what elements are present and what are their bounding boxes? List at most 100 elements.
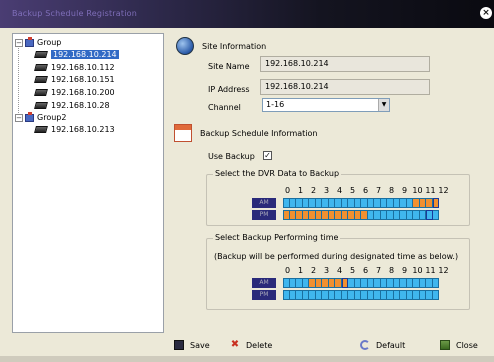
calendar-icon bbox=[174, 124, 192, 142]
tree-group-label: Group bbox=[37, 38, 62, 47]
hour-label: 7 bbox=[375, 186, 382, 195]
delete-label: Delete bbox=[246, 340, 273, 350]
hour-label: 11 bbox=[425, 266, 436, 275]
am-label: AM bbox=[252, 278, 276, 288]
chevron-down-icon[interactable]: ▼ bbox=[378, 99, 389, 111]
tree-device[interactable]: 192.168.10.214 bbox=[34, 49, 119, 60]
collapse-icon[interactable]: − bbox=[15, 38, 23, 47]
schedule-cell[interactable] bbox=[432, 290, 439, 300]
use-backup-label: Use Backup bbox=[208, 152, 255, 161]
close-button[interactable]: Close bbox=[440, 336, 478, 354]
dvr-pm-cells[interactable] bbox=[283, 210, 439, 220]
hour-label: 3 bbox=[323, 266, 330, 275]
dvr-data-title: Select the DVR Data to Backup bbox=[213, 169, 342, 178]
use-backup-checkbox[interactable]: ✓ bbox=[263, 151, 272, 160]
tree-device[interactable]: 192.168.10.200 bbox=[34, 87, 115, 98]
dvr-icon bbox=[34, 89, 48, 96]
status-strip bbox=[0, 356, 494, 362]
hour-label: 0 bbox=[284, 266, 291, 275]
perform-am-cells[interactable] bbox=[283, 278, 439, 288]
delete-icon: ✖ bbox=[230, 339, 240, 350]
collapse-icon[interactable]: − bbox=[15, 113, 23, 122]
hour-label: 6 bbox=[362, 266, 369, 275]
site-info-header: Site Information bbox=[176, 37, 494, 55]
hour-label: 2 bbox=[310, 186, 317, 195]
refresh-icon bbox=[360, 340, 370, 350]
hour-label: 5 bbox=[349, 186, 356, 195]
dvr-icon bbox=[34, 76, 48, 83]
hour-label: 1 bbox=[297, 186, 304, 195]
close-icon[interactable]: × bbox=[480, 7, 492, 19]
hour-label: 10 bbox=[412, 266, 423, 275]
tree-device-label: 192.168.10.200 bbox=[51, 88, 115, 97]
tree-device-label: 192.168.10.214 bbox=[51, 50, 119, 59]
channel-value: 1-16 bbox=[266, 100, 285, 109]
tree-device[interactable]: 192.168.10.151 bbox=[34, 74, 115, 85]
backup-schedule-window: Backup Schedule Registration × − Group 1… bbox=[0, 0, 494, 362]
tree-device-label: 192.168.10.151 bbox=[51, 75, 115, 84]
site-name-field: 192.168.10.214 bbox=[260, 56, 430, 72]
ip-address-label: IP Address bbox=[208, 85, 250, 94]
close-label: Close bbox=[456, 340, 478, 350]
save-button[interactable]: Save bbox=[174, 336, 210, 354]
hour-label: 3 bbox=[323, 186, 330, 195]
hour-label: 7 bbox=[375, 266, 382, 275]
delete-button[interactable]: ✖ Delete bbox=[230, 336, 273, 354]
perform-time-title: Select Backup Performing time bbox=[213, 233, 341, 242]
ip-address-field: 192.168.10.214 bbox=[260, 79, 430, 95]
hour-label: 9 bbox=[401, 186, 408, 195]
site-info-title: Site Information bbox=[202, 41, 267, 51]
site-tree: − Group 192.168.10.214 192.168.10.112 19… bbox=[12, 33, 164, 333]
hour-label: 4 bbox=[336, 266, 343, 275]
schedule-cell[interactable] bbox=[432, 210, 439, 220]
channel-label: Channel bbox=[208, 103, 241, 112]
group-icon bbox=[25, 36, 34, 47]
schedule-cell[interactable] bbox=[432, 278, 439, 288]
button-bar: Save ✖ Delete Default Close bbox=[168, 334, 494, 356]
default-label: Default bbox=[376, 340, 406, 350]
pm-label: PM bbox=[252, 290, 276, 300]
dvr-icon bbox=[34, 102, 48, 109]
hour-label: 12 bbox=[438, 266, 449, 275]
hour-label: 5 bbox=[349, 266, 356, 275]
tree-group-1[interactable]: − Group bbox=[15, 36, 62, 48]
dvr-am-cells[interactable] bbox=[283, 198, 439, 208]
globe-icon bbox=[176, 37, 194, 55]
save-icon bbox=[174, 340, 184, 350]
dvr-icon bbox=[34, 126, 48, 133]
hour-label: 12 bbox=[438, 186, 449, 195]
hour-label: 0 bbox=[284, 186, 291, 195]
channel-select[interactable]: 1-16 ▼ bbox=[262, 98, 390, 112]
tree-device-label: 192.168.10.112 bbox=[51, 63, 115, 72]
schedule-cell[interactable] bbox=[432, 198, 439, 208]
site-name-label: Site Name bbox=[208, 62, 250, 71]
tree-device-label: 192.168.10.213 bbox=[51, 125, 115, 134]
exit-icon bbox=[440, 340, 450, 350]
group-icon bbox=[25, 111, 34, 122]
pm-label: PM bbox=[252, 210, 276, 220]
backup-header-title: Backup Schedule Information bbox=[200, 128, 318, 138]
dvr-pm-row: PM bbox=[252, 210, 439, 220]
tree-device[interactable]: 192.168.10.213 bbox=[34, 124, 115, 135]
hour-label: 10 bbox=[412, 186, 423, 195]
perform-pm-cells[interactable] bbox=[283, 290, 439, 300]
default-button[interactable]: Default bbox=[360, 336, 405, 354]
tree-device-label: 192.168.10.28 bbox=[51, 101, 110, 110]
am-label: AM bbox=[252, 198, 276, 208]
save-label: Save bbox=[190, 340, 210, 350]
hour-label: 9 bbox=[401, 266, 408, 275]
hour-label: 4 bbox=[336, 186, 343, 195]
tree-device[interactable]: 192.168.10.28 bbox=[34, 100, 110, 111]
tree-group-label: Group2 bbox=[37, 113, 67, 122]
backup-header: Backup Schedule Information bbox=[174, 124, 492, 142]
hour-label: 6 bbox=[362, 186, 369, 195]
tree-group-2[interactable]: − Group2 bbox=[15, 111, 67, 123]
dvr-hours-row: 0 1 2 3 4 5 6 7 8 9 10 11 12 bbox=[281, 186, 450, 195]
perform-am-row: AM bbox=[252, 278, 439, 288]
perform-note: (Backup will be performed during designa… bbox=[214, 252, 459, 261]
tree-device[interactable]: 192.168.10.112 bbox=[34, 62, 115, 73]
perform-hours-row: 0 1 2 3 4 5 6 7 8 9 10 11 12 bbox=[281, 266, 450, 275]
hour-label: 1 bbox=[297, 266, 304, 275]
title-bar: Backup Schedule Registration × bbox=[0, 0, 494, 28]
dvr-icon bbox=[34, 64, 48, 71]
